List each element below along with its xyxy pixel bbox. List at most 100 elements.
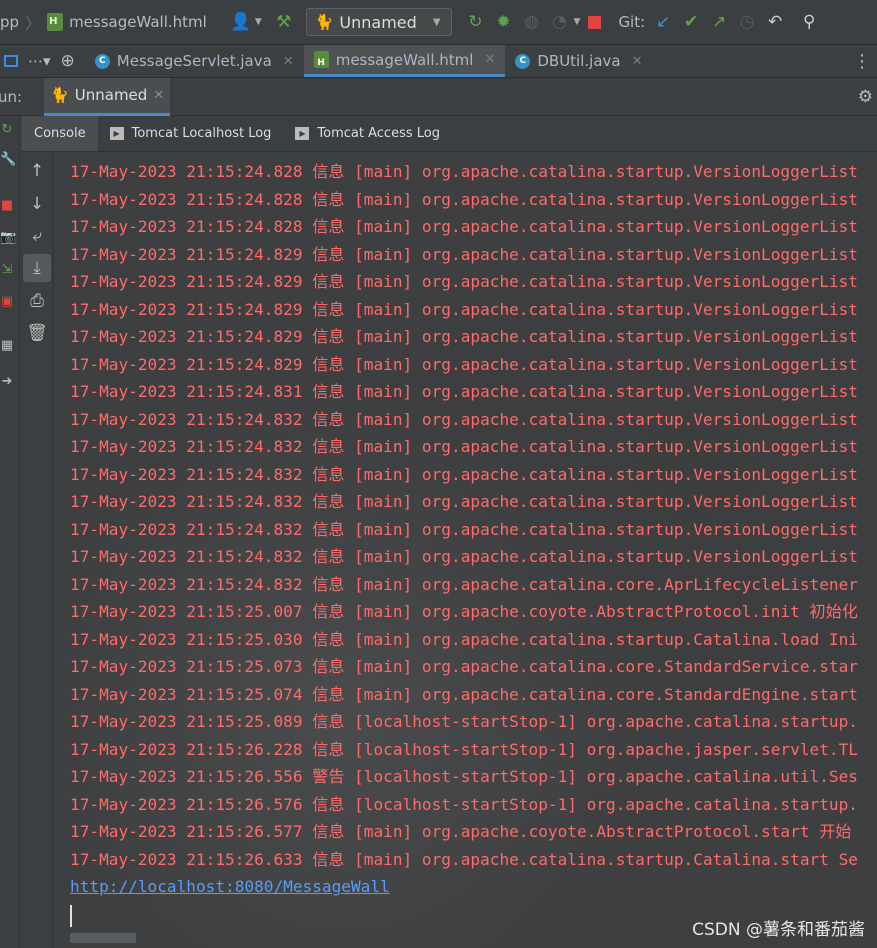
breadcrumb-project[interactable]: pp bbox=[0, 13, 19, 31]
user-dropdown-caret-icon[interactable]: ▼ bbox=[255, 17, 262, 27]
java-class-icon: C bbox=[515, 53, 531, 69]
git-push-icon[interactable]: ↗ bbox=[705, 8, 733, 36]
pin-icon[interactable]: ➜ bbox=[0, 374, 14, 389]
console-line: 17-May-2023 21:15:26.577 信息 [main] org.a… bbox=[70, 822, 852, 841]
tab-label: messageWall.html bbox=[335, 50, 474, 69]
window-icon[interactable] bbox=[4, 55, 18, 67]
rerun-icon[interactable]: ↻ bbox=[0, 122, 14, 137]
up-arrow-icon[interactable]: ↑ bbox=[23, 157, 51, 185]
java-class-icon: C bbox=[94, 53, 110, 69]
breadcrumb-separator: 〉 bbox=[25, 14, 42, 33]
console-line: 17-May-2023 21:15:24.832 信息 [main] org.a… bbox=[70, 519, 858, 539]
close-icon[interactable]: ✕ bbox=[484, 52, 495, 67]
console-line: 17-May-2023 21:15:26.576 信息 [localhost-s… bbox=[70, 794, 858, 814]
console-line: 17-May-2023 21:15:26.228 信息 [localhost-s… bbox=[70, 739, 858, 759]
console-line: 17-May-2023 21:15:25.089 信息 [localhost-s… bbox=[70, 712, 858, 731]
scroll-to-end-icon[interactable]: ⤓ bbox=[23, 254, 51, 282]
console-line: 17-May-2023 21:15:24.832 信息 [main] org.a… bbox=[70, 437, 858, 456]
run-label: un: bbox=[0, 87, 23, 106]
console-line: 17-May-2023 21:15:24.828 信息 [main] org.a… bbox=[70, 162, 858, 181]
target-icon[interactable]: ⊕ bbox=[61, 51, 75, 71]
breadcrumb: pp 〉 messageWall.html bbox=[0, 10, 207, 34]
run-left-toolstrip: ↻ 🔧 ■ 📷 ⇲ ▣ ▦ ➜ bbox=[0, 116, 20, 948]
deploy-icon[interactable]: ⇲ bbox=[0, 262, 14, 277]
html-file-icon bbox=[47, 13, 64, 31]
camera-icon[interactable]: 📷 bbox=[0, 230, 16, 245]
rerun-icon[interactable]: ↻ bbox=[462, 8, 490, 36]
soft-wrap-icon[interactable]: ⤶ bbox=[23, 222, 51, 250]
search-icon[interactable]: ⚲ bbox=[795, 8, 823, 36]
git-commit-icon[interactable]: ✔ bbox=[677, 8, 705, 36]
console-subtabs: Console ▶ Tomcat Localhost Log ▶ Tomcat … bbox=[22, 116, 877, 152]
console-line: 17-May-2023 21:15:24.828 信息 [main] org.a… bbox=[70, 217, 858, 236]
subtab-label: Console bbox=[34, 126, 86, 141]
close-icon[interactable]: ✕ bbox=[283, 54, 294, 69]
console-line: 17-May-2023 21:15:24.832 信息 [main] org.a… bbox=[70, 574, 858, 594]
console-line: 17-May-2023 21:15:26.633 信息 [main] org.a… bbox=[70, 849, 858, 869]
tab-messagewall[interactable]: H messageWall.html ✕ bbox=[303, 45, 506, 77]
debug-icon[interactable]: ✹ bbox=[490, 8, 518, 36]
stop-icon[interactable]: ■ bbox=[0, 198, 14, 213]
close-icon[interactable]: ✕ bbox=[632, 54, 643, 69]
more-run-caret-icon[interactable]: ▼ bbox=[574, 17, 581, 27]
rollback-icon[interactable]: ↶ bbox=[761, 8, 789, 36]
layout-icon[interactable]: ▣ bbox=[0, 294, 14, 309]
tomcat-icon: 🐈 bbox=[50, 86, 69, 104]
close-icon[interactable]: ✕ bbox=[153, 88, 164, 103]
tab-label: MessageServlet.java bbox=[116, 52, 272, 70]
tab-messageservlet[interactable]: C MessageServlet.java ✕ bbox=[85, 45, 304, 77]
tab-console[interactable]: Console bbox=[22, 116, 98, 151]
run-config-label: Unnamed bbox=[339, 12, 417, 32]
console-line: 17-May-2023 21:15:24.829 信息 [main] org.a… bbox=[70, 327, 858, 346]
wrench-icon[interactable]: 🔧 bbox=[0, 152, 16, 167]
down-arrow-icon[interactable]: ↓ bbox=[23, 190, 51, 218]
gear-icon[interactable]: ⚙ bbox=[858, 87, 873, 107]
history-icon[interactable]: ◷ bbox=[733, 8, 761, 36]
console-line: 17-May-2023 21:15:25.007 信息 [main] org.a… bbox=[70, 602, 858, 621]
console-line: 17-May-2023 21:15:24.829 信息 [main] org.a… bbox=[70, 354, 858, 374]
chevron-down-icon: ▼ bbox=[432, 16, 441, 28]
trash-icon[interactable]: 🗑 bbox=[23, 319, 51, 347]
print-icon[interactable]: ⎙ bbox=[23, 287, 51, 315]
server-url-link[interactable]: http://localhost:8080/MessageWall bbox=[70, 873, 877, 901]
subtab-label: Tomcat Localhost Log bbox=[131, 126, 272, 141]
git-update-icon[interactable]: ↙ bbox=[649, 8, 677, 36]
console-line: 17-May-2023 21:15:24.829 信息 [main] org.a… bbox=[70, 299, 858, 319]
more-tabs-icon[interactable]: ⋮ bbox=[847, 45, 877, 77]
editor-tabs: ⋯▾ ⊕ C MessageServlet.java ✕ H messageWa… bbox=[0, 44, 877, 78]
console-line: 17-May-2023 21:15:24.832 信息 [main] org.a… bbox=[70, 409, 858, 429]
console-output[interactable]: 17-May-2023 21:15:24.828 信息 [main] org.a… bbox=[55, 152, 877, 948]
stop-icon[interactable] bbox=[580, 8, 608, 36]
text-cursor bbox=[70, 904, 72, 927]
watermark: CSDN @薯条和番茄酱 bbox=[692, 920, 865, 940]
tab-tomcat-access-log[interactable]: ▶ Tomcat Access Log bbox=[283, 116, 452, 151]
tab-label: DBUtil.java bbox=[537, 52, 621, 70]
console-line: 17-May-2023 21:15:25.074 信息 [main] org.a… bbox=[70, 684, 858, 704]
subtab-label: Tomcat Access Log bbox=[317, 126, 440, 141]
console-line: 17-May-2023 21:15:24.829 信息 [main] org.a… bbox=[70, 244, 858, 264]
log-icon: ▶ bbox=[295, 127, 310, 140]
profile-icon[interactable]: ◔ bbox=[546, 8, 574, 36]
main-toolbar: pp 〉 messageWall.html 👤 ▼ ⚒ 🐈 Unnamed ▼ … bbox=[0, 0, 877, 44]
console-line: 17-May-2023 21:15:25.073 信息 [main] org.a… bbox=[70, 657, 858, 676]
console-line: 17-May-2023 21:15:25.030 信息 [main] org.a… bbox=[70, 629, 858, 649]
tab-tomcat-localhost-log[interactable]: ▶ Tomcat Localhost Log bbox=[98, 116, 284, 151]
run-tab-unnamed[interactable]: 🐈 Unnamed ✕ bbox=[44, 77, 171, 116]
tab-dbutil[interactable]: C DBUtil.java ✕ bbox=[505, 45, 652, 77]
grid-icon[interactable]: ▦ bbox=[0, 338, 14, 353]
html-file-icon: H bbox=[313, 51, 329, 68]
console-line: 17-May-2023 21:15:24.831 信息 [main] org.a… bbox=[70, 382, 858, 401]
user-icon[interactable]: 👤 bbox=[227, 8, 255, 36]
console-lines: 17-May-2023 21:15:24.828 信息 [main] org.a… bbox=[70, 158, 877, 927]
breadcrumb-file[interactable]: messageWall.html bbox=[69, 13, 207, 31]
log-icon: ▶ bbox=[109, 127, 124, 140]
coverage-icon[interactable]: ◍ bbox=[518, 8, 546, 36]
run-config-selector[interactable]: 🐈 Unnamed ▼ bbox=[305, 8, 452, 36]
run-tab-label: Unnamed bbox=[74, 86, 148, 104]
hammer-icon[interactable]: ⚒ bbox=[270, 8, 298, 36]
recent-files-icon[interactable]: ⋯▾ bbox=[28, 52, 51, 70]
tomcat-icon: 🐈 bbox=[314, 13, 334, 31]
horizontal-scrollbar[interactable] bbox=[70, 933, 136, 943]
console-line: 17-May-2023 21:15:24.832 信息 [main] org.a… bbox=[70, 464, 858, 484]
console-tools: ↑ ↓ ⤶ ⤓ ⎙ 🗑 bbox=[20, 152, 54, 948]
